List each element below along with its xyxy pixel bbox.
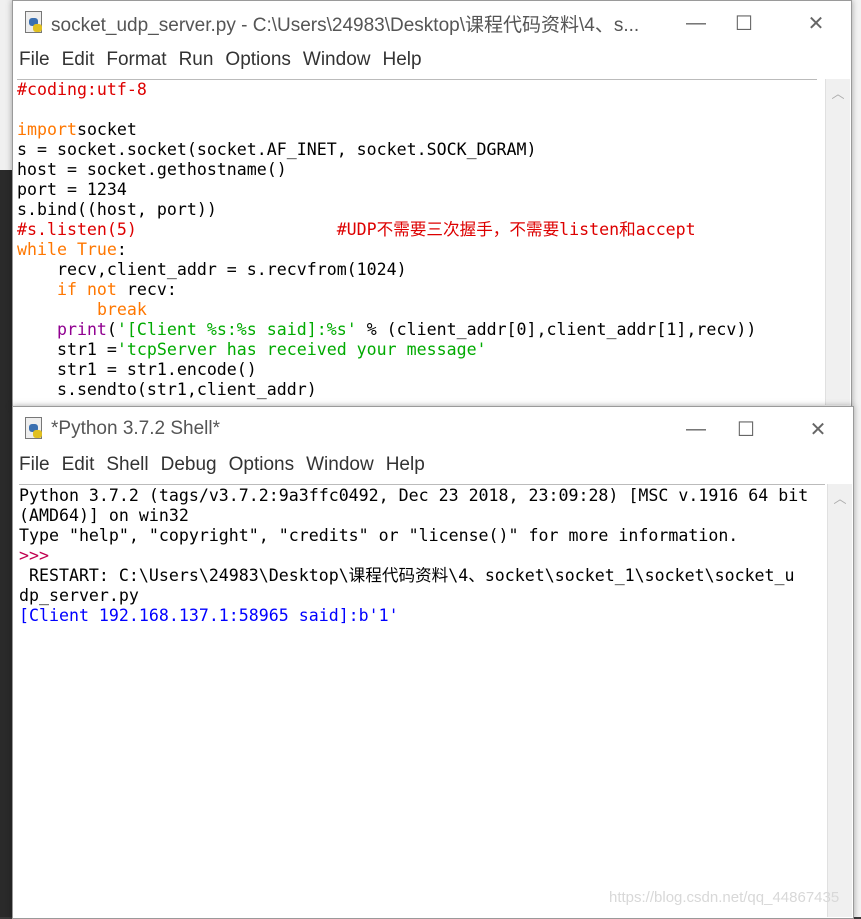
token: [Client 192.168.137.1:58965 said]:b'1' (19, 606, 399, 625)
code-line: break (17, 300, 817, 320)
token: port = 1234 (17, 180, 127, 199)
editor-menubar: File Edit Format Run Options Window Help (13, 45, 851, 75)
watermark: https://blog.csdn.net/qq_44867435 (609, 889, 840, 906)
editor-window: socket_udp_server.py - C:\Users\24983\De… (12, 0, 852, 407)
minimize-button[interactable]: — (673, 413, 719, 445)
shell-titlebar[interactable]: *Python 3.7.2 Shell* — ☐ ✕ (13, 407, 853, 451)
scroll-up-icon[interactable]: ︿ (826, 83, 850, 102)
code-line: s = socket.socket(socket.AF_INET, socket… (17, 140, 817, 160)
editor-titlebar[interactable]: socket_udp_server.py - C:\Users\24983\De… (13, 1, 851, 45)
token: while (17, 240, 67, 259)
shell-output[interactable]: Python 3.7.2 (tags/v3.7.2:9a3ffc0492, De… (19, 484, 825, 919)
shell-title: *Python 3.7.2 Shell* (51, 418, 221, 439)
close-button[interactable]: ✕ (795, 413, 841, 445)
token: recv,client_addr = s.recvfrom(1024) (17, 260, 407, 279)
token: Python 3.7.2 (tags/v3.7.2:9a3ffc0492, De… (19, 486, 809, 505)
token: s.bind((host, port)) (17, 200, 217, 219)
minimize-button[interactable]: — (673, 7, 719, 39)
python-shell-icon (23, 417, 45, 441)
menu-window[interactable]: Window (303, 49, 371, 71)
code-line: if not recv: (17, 280, 817, 300)
code-line: port = 1234 (17, 180, 817, 200)
code-line: host = socket.gethostname() (17, 160, 817, 180)
token: % (client_addr[0],client_addr[1],recv)) (356, 320, 757, 339)
token: host = socket.gethostname() (17, 160, 287, 179)
token: recv: (116, 280, 177, 299)
token: '[Client %s:%s said]:%s' (116, 320, 357, 339)
code-line: #coding:utf-8 (17, 80, 817, 100)
menu-file[interactable]: File (19, 454, 50, 476)
token: >>> (19, 546, 59, 565)
token: s = socket.socket(socket.AF_INET, socket… (17, 140, 537, 159)
shell-line: RESTART: C:\Users\24983\Desktop\课程代码资料\4… (19, 566, 825, 586)
token: 'tcpServer has received your message' (116, 340, 487, 359)
maximize-button[interactable]: ☐ (721, 7, 767, 39)
token: dp_server.py (19, 586, 139, 605)
menu-run[interactable]: Run (179, 49, 214, 71)
menu-format[interactable]: Format (106, 49, 166, 71)
code-line: #s.listen(5) #UDP不需要三次握手，不需要listen和accep… (17, 220, 817, 240)
menu-help[interactable]: Help (386, 454, 425, 476)
scroll-up-icon[interactable]: ︿ (828, 488, 852, 507)
menu-shell[interactable]: Shell (106, 454, 148, 476)
token: str1 = (17, 340, 117, 359)
code-line: importsocket (17, 120, 817, 140)
menu-window[interactable]: Window (306, 454, 374, 476)
token: print (56, 320, 107, 339)
token: True (66, 240, 117, 259)
editor-title: socket_udp_server.py - C:\Users\24983\De… (51, 14, 640, 36)
token: : (116, 240, 127, 259)
maximize-button[interactable]: ☐ (723, 413, 769, 445)
shell-line: dp_server.py (19, 586, 825, 606)
shell-menubar: File Edit Shell Debug Options Window Hel… (13, 450, 853, 480)
shell-line: Python 3.7.2 (tags/v3.7.2:9a3ffc0492, De… (19, 486, 825, 506)
token: s.sendto(str1,client_addr) (17, 380, 317, 399)
editor-scrollbar[interactable]: ︿ (825, 79, 850, 405)
token: (AMD64)] on win32 (19, 506, 189, 525)
shell-line: (AMD64)] on win32 (19, 506, 825, 526)
token: ( (106, 320, 117, 339)
code-line: while True: (17, 240, 817, 260)
token: #coding:utf-8 (17, 80, 147, 99)
menu-file[interactable]: File (19, 49, 50, 71)
python-file-icon (23, 11, 45, 35)
menu-edit[interactable]: Edit (62, 454, 95, 476)
token: RESTART: C:\Users\24983\Desktop\课程代码资料\4… (19, 566, 795, 585)
menu-options[interactable]: Options (225, 49, 290, 71)
code-line: recv,client_addr = s.recvfrom(1024) (17, 260, 817, 280)
token: if not (56, 280, 117, 299)
token: #s.listen(5) #UDP不需要三次握手，不需要listen和accep… (17, 220, 696, 239)
code-line: str1 ='tcpServer has received your messa… (17, 340, 817, 360)
shell-line: [Client 192.168.137.1:58965 said]:b'1' (19, 606, 825, 626)
menu-debug[interactable]: Debug (161, 454, 217, 476)
shell-line: >>> (19, 546, 825, 566)
code-editor[interactable]: #coding:utf-8 importsocket s = socket.sock… (17, 79, 817, 406)
shell-line: Type "help", "copyright", "credits" or "… (19, 526, 825, 546)
shell-scrollbar[interactable]: ︿ (827, 484, 852, 917)
menu-edit[interactable]: Edit (62, 49, 95, 71)
token: str1 = str1.encode() (17, 360, 257, 379)
code-line: s.sendto(str1,client_addr) (17, 380, 817, 400)
token: import (17, 120, 77, 139)
code-line: s.bind((host, port)) (17, 200, 817, 220)
code-line: print('[Client %s:%s said]:%s' % (client… (17, 320, 817, 340)
code-line: str1 = str1.encode() (17, 360, 817, 380)
menu-help[interactable]: Help (382, 49, 421, 71)
token: Type "help", "copyright", "credits" or "… (19, 526, 739, 545)
menu-options[interactable]: Options (229, 454, 294, 476)
shell-window: *Python 3.7.2 Shell* — ☐ ✕ File Edit She… (12, 406, 854, 919)
token: break (96, 300, 147, 319)
token: socket (76, 120, 137, 139)
close-button[interactable]: ✕ (793, 7, 839, 39)
